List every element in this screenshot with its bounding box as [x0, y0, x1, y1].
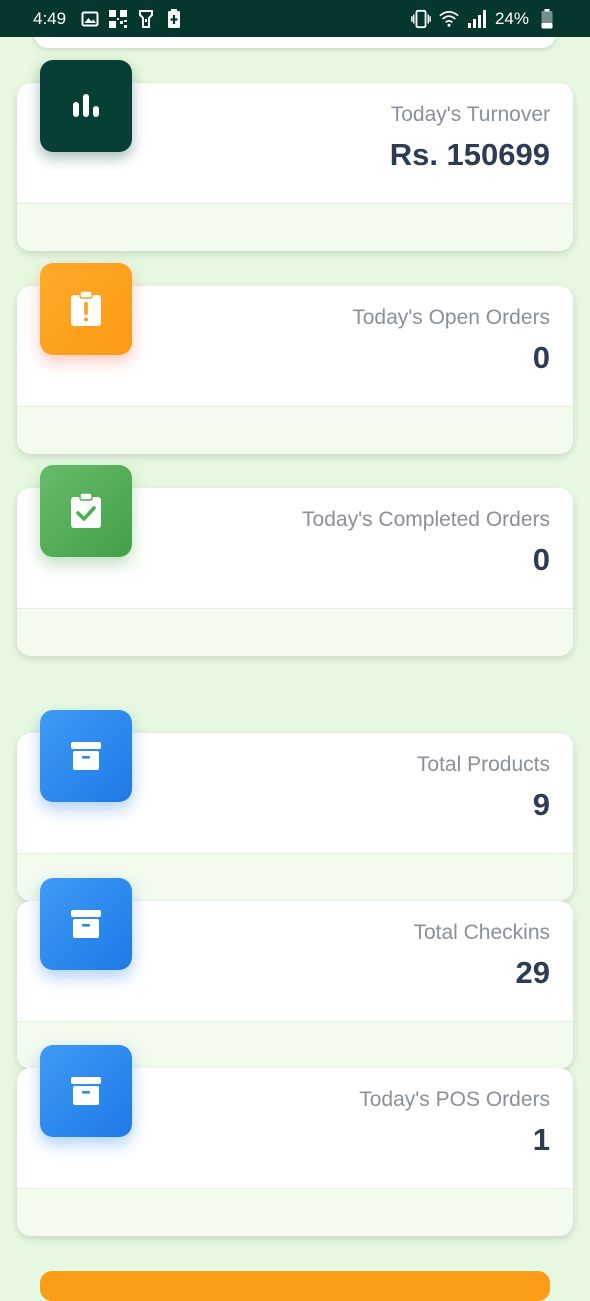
battery-percent: 24% — [494, 8, 529, 28]
signal-icon — [467, 9, 487, 29]
battery-saver-icon — [164, 8, 184, 29]
flashlight-icon — [136, 9, 156, 29]
card-footer — [17, 608, 573, 656]
stat-card-label: Today's Turnover — [390, 103, 550, 126]
card-footer — [17, 406, 573, 454]
battery-icon — [537, 8, 557, 29]
clipboard-alert-icon — [40, 263, 132, 355]
stat-card-label: Total Checkins — [413, 921, 550, 944]
stat-card-label: Today's Open Orders — [352, 306, 550, 329]
bar-chart-icon — [40, 60, 132, 152]
image-icon — [80, 9, 100, 29]
stat-card-value: 0 — [532, 542, 550, 577]
stat-card-value: 9 — [532, 787, 550, 822]
status-bar-left: 4:49 — [33, 8, 184, 29]
stat-card-value: 29 — [515, 955, 550, 990]
stat-card-value: Rs. 150699 — [389, 137, 550, 172]
wifi-icon — [439, 9, 459, 29]
vibrate-icon — [411, 9, 431, 29]
stat-card-value: 1 — [532, 1122, 550, 1157]
stat-card-label: Today's POS Orders — [359, 1088, 550, 1111]
card-footer — [17, 203, 573, 251]
archive-box-icon — [40, 1045, 132, 1137]
stat-card-label: Total Products — [416, 753, 550, 776]
card-footer — [17, 1188, 573, 1236]
status-time: 4:49 — [33, 8, 67, 28]
archive-box-icon — [40, 710, 132, 802]
clipboard-check-icon — [40, 465, 132, 557]
status-bar-right: 24% — [411, 8, 557, 29]
status-bar: 4:49 24% — [0, 0, 590, 37]
next-card-icon-partial — [40, 1271, 550, 1301]
archive-box-icon — [40, 878, 132, 970]
qr-code-icon — [108, 9, 128, 29]
stat-card-label: Today's Completed Orders — [302, 508, 550, 531]
stat-card-value: 0 — [532, 340, 550, 375]
